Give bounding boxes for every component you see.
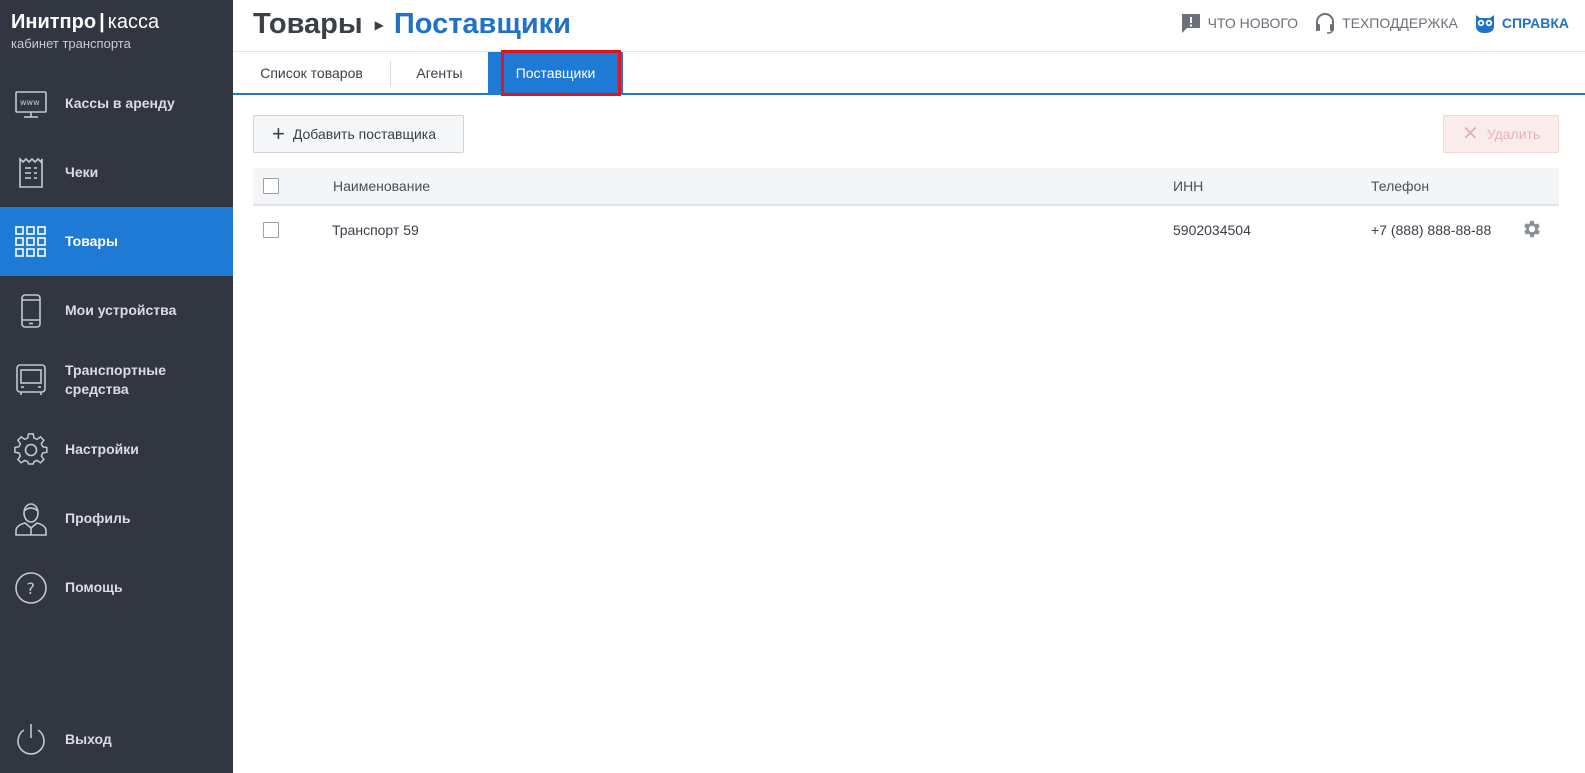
column-header-name[interactable]: Наименование — [333, 168, 430, 204]
tab-label: Список товаров — [260, 64, 363, 81]
brand-logo[interactable]: Инитпро | касса кабинет транспорта — [11, 10, 159, 51]
sidebar-item-products[interactable]: Товары — [0, 207, 233, 276]
breadcrumb-parent-link[interactable]: Товары — [253, 8, 363, 41]
gear-icon — [12, 431, 50, 469]
select-all-cell — [263, 168, 279, 204]
column-header-inn[interactable]: ИНН — [1173, 168, 1203, 204]
sidebar-item-receipts[interactable]: Чеки — [0, 138, 233, 207]
sidebar-item-my-devices[interactable]: Мои устройства — [0, 276, 233, 345]
sidebar-item-label: Кассы в аренду — [65, 95, 175, 111]
sidebar-item-logout[interactable]: Выход — [0, 705, 233, 773]
svg-text:?: ? — [27, 579, 36, 598]
close-icon: ✕ — [1462, 123, 1479, 145]
breadcrumb: Товары ▶ Поставщики — [253, 8, 571, 41]
header-links: ЧТО НОВОГО ТЕХПОДДЕРЖКА СПРАВКА — [1164, 12, 1569, 34]
help-label: СПРАВКА — [1501, 15, 1569, 31]
supplier-inn: 5902034504 — [1173, 222, 1251, 238]
app-root: Инитпро | касса кабинет транспорта www Кас… — [0, 0, 1585, 773]
brand-name: Инитпро | касса — [11, 11, 160, 33]
delete-label: Удалить — [1486, 126, 1541, 142]
whats-new-label: ЧТО НОВОГО — [1207, 15, 1299, 31]
sidebar-item-label: Мои устройства — [65, 302, 177, 318]
sidebar-item-help[interactable]: ? Помощь — [0, 553, 233, 622]
sidebar-item-label: Выход — [65, 731, 112, 747]
supplier-phone: +7 (888) 888-88-88 — [1371, 222, 1492, 238]
sidebar-item-label: Настройки — [65, 441, 139, 457]
headset-icon — [1316, 13, 1335, 34]
page-title: Поставщики — [393, 8, 571, 40]
tab-suppliers[interactable]: Поставщики — [488, 52, 623, 93]
sidebar-item-label: Профиль — [65, 510, 131, 526]
sidebar-item-profile[interactable]: Профиль — [0, 484, 233, 553]
sidebar-item-label: Чеки — [65, 164, 99, 180]
tab-bar: Список товаров Агенты Поставщики — [233, 50, 1585, 96]
row-checkbox[interactable] — [263, 222, 279, 238]
table-row[interactable]: Транспорт 59 5902034504 +7 (888) 888-88-… — [253, 206, 1559, 254]
row-settings-gear-icon[interactable] — [1521, 218, 1543, 240]
user-icon — [12, 500, 50, 538]
delete-button[interactable]: ✕ Удалить — [1443, 115, 1559, 153]
breadcrumb-arrow-icon: ▶ — [374, 17, 384, 32]
add-supplier-button[interactable]: + Добавить поставщика — [253, 115, 464, 153]
sidebar-item-label: Помощь — [65, 579, 123, 595]
sidebar: Инитпро | касса кабинет транспорта www Кас… — [0, 0, 233, 773]
support-link[interactable]: ТЕХПОДДЕРЖКА — [1314, 12, 1458, 34]
www-monitor-icon: www — [12, 85, 50, 123]
supplier-name: Транспорт 59 — [332, 222, 419, 238]
announcement-icon — [1181, 14, 1200, 33]
svg-text:www: www — [20, 98, 40, 107]
select-all-checkbox[interactable] — [263, 178, 279, 194]
bus-icon — [12, 361, 50, 399]
tab-label: Поставщики — [515, 64, 596, 81]
owl-icon — [1475, 15, 1494, 33]
question-icon: ? — [12, 569, 50, 607]
sidebar-item-vehicles[interactable]: Транспортные средства — [0, 345, 233, 414]
power-icon — [12, 721, 50, 759]
add-supplier-label: Добавить поставщика — [292, 126, 437, 142]
phone-icon — [12, 292, 50, 330]
table-header: Наименование ИНН Телефон — [253, 168, 1559, 206]
brand-subtitle: кабинет транспорта — [11, 36, 131, 51]
whats-new-link[interactable]: ЧТО НОВОГО — [1180, 12, 1298, 34]
help-link[interactable]: СПРАВКА — [1474, 12, 1569, 34]
receipt-icon — [12, 154, 50, 192]
sidebar-item-settings[interactable]: Настройки — [0, 415, 233, 484]
grid-icon — [12, 223, 50, 261]
column-header-phone[interactable]: Телефон — [1371, 168, 1429, 204]
plus-icon: + — [272, 121, 285, 146]
tab-label: Агенты — [416, 64, 463, 81]
sidebar-item-label: Транспортные средства — [65, 361, 167, 397]
sidebar-item-label: Товары — [65, 233, 118, 249]
suppliers-table: Наименование ИНН Телефон Транспорт 59 59… — [253, 168, 1559, 254]
sidebar-item-rental-registers[interactable]: www Кассы в аренду — [0, 69, 233, 138]
tab-product-list[interactable]: Список товаров — [233, 52, 390, 93]
tab-agents[interactable]: Агенты — [391, 52, 488, 93]
row-checkbox-cell — [263, 206, 279, 254]
page-header: Товары ▶ Поставщики ЧТО НОВОГО ТЕХПОДДЕР… — [233, 0, 1585, 52]
support-label: ТЕХПОДДЕРЖКА — [1342, 15, 1458, 31]
